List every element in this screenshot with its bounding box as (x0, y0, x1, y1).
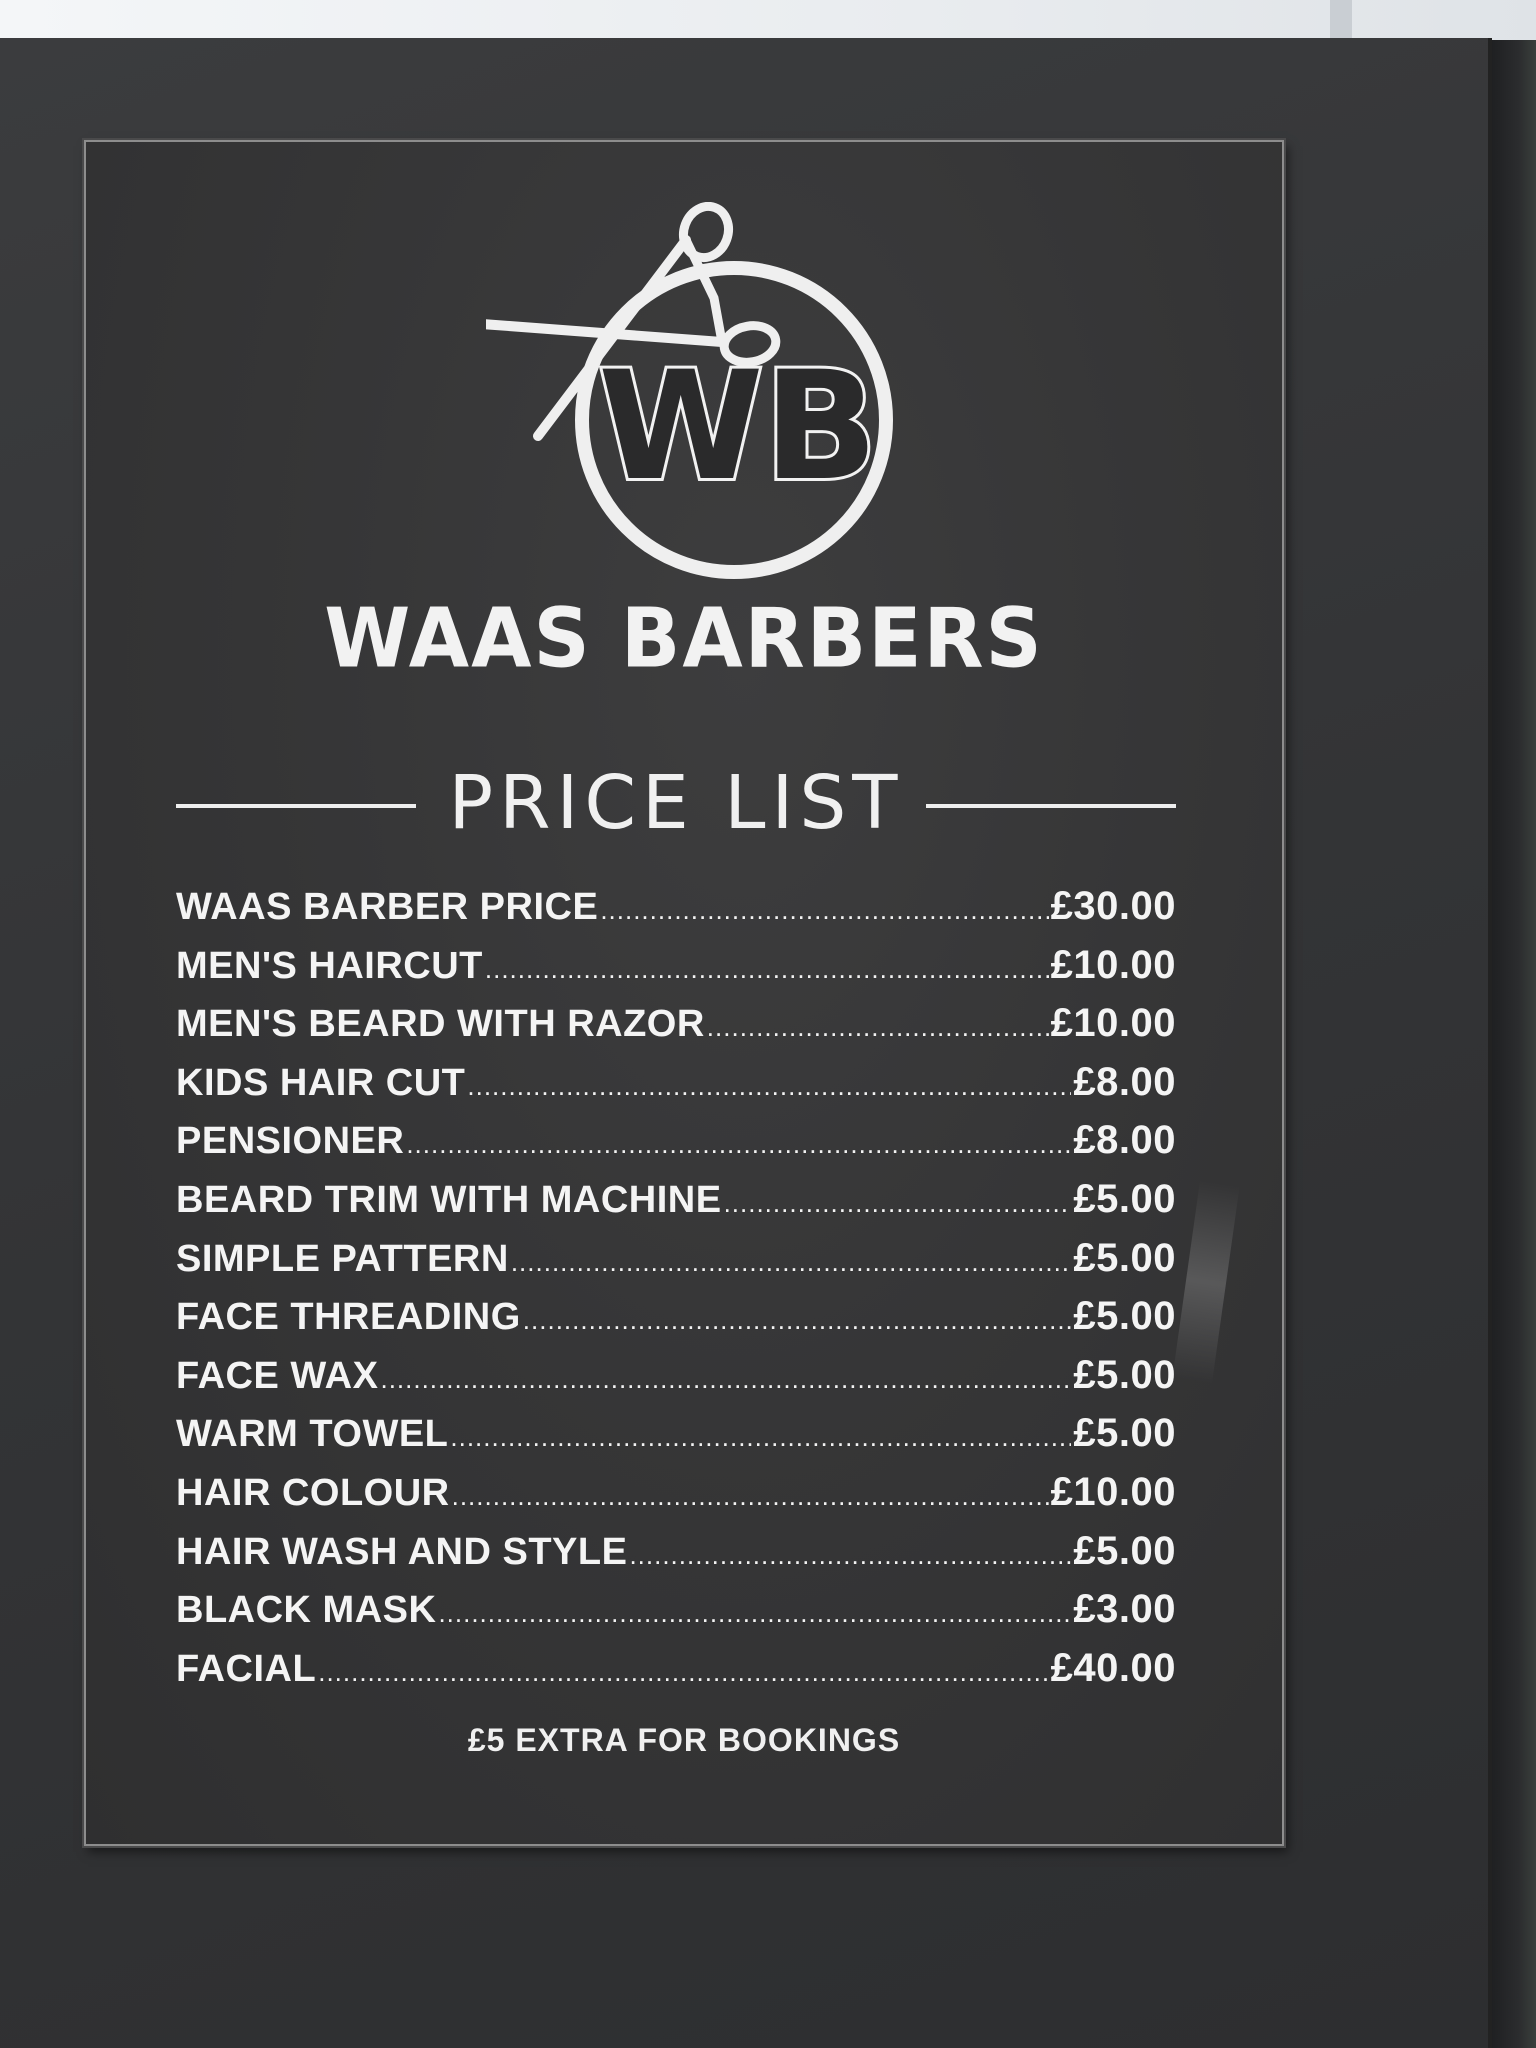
price-item: FACE THREADING £5.00 (176, 1294, 1176, 1353)
leader-dots (629, 1540, 1071, 1571)
service-name: FACE WAX (176, 1354, 379, 1397)
service-price: £30.00 (1050, 884, 1176, 928)
leader-dots (485, 954, 1049, 985)
service-name: HAIR COLOUR (176, 1471, 450, 1514)
price-item: BEARD TRIM WITH MACHINE £5.00 (176, 1177, 1176, 1236)
leader-dots (600, 895, 1048, 926)
price-list-heading: PRICE LIST (176, 760, 1176, 850)
logo-monogram: WB (598, 340, 878, 514)
service-name: WARM TOWEL (176, 1413, 449, 1456)
service-name: KIDS HAIR CUT (176, 1061, 466, 1104)
booking-note: £5 EXTRA FOR BOOKINGS (467, 1722, 901, 1758)
service-name: FACE THREADING (176, 1296, 521, 1339)
light-glare (1172, 1180, 1240, 1384)
price-item: KIDS HAIR CUT £8.00 (176, 1060, 1176, 1119)
barber-logo: WB (486, 202, 893, 579)
price-sign: WB WAAS BARBERS PRICE LIST WAAS BARBER P… (84, 140, 1284, 1846)
photo-scene: WB WAAS BARBERS PRICE LIST WAAS BARBER P… (0, 0, 1536, 2048)
price-item: PENSIONER £8.00 (176, 1118, 1176, 1177)
service-name: BEARD TRIM WITH MACHINE (176, 1178, 722, 1221)
service-price: £5.00 (1073, 1352, 1176, 1397)
leader-dots (707, 1012, 1049, 1043)
leader-dots (450, 1422, 1071, 1453)
price-item: MEN'S BEARD WITH RAZOR £10.00 (176, 1001, 1176, 1060)
leader-dots (318, 1657, 1048, 1688)
leader-dots (406, 1129, 1071, 1160)
leader-dots (452, 1481, 1049, 1512)
service-name: MEN'S HAIRCUT (176, 944, 483, 987)
window-frame (1330, 0, 1352, 40)
leader-dots (380, 1364, 1071, 1395)
price-item: SIMPLE PATTERN £5.00 (176, 1236, 1176, 1295)
service-price: £10.00 (1050, 1469, 1176, 1514)
service-name: HAIR WASH AND STYLE (176, 1530, 628, 1573)
service-name: BLACK MASK (176, 1589, 437, 1632)
service-price: £10.00 (1050, 942, 1176, 987)
service-price: £5.00 (1073, 1176, 1176, 1221)
price-item: BLACK MASK £3.00 (176, 1587, 1176, 1646)
price-item: FACIAL £40.00 (176, 1646, 1176, 1705)
service-price: £5.00 (1073, 1294, 1176, 1339)
service-name: MEN'S BEARD WITH RAZOR (176, 1003, 705, 1046)
price-item: HAIR COLOUR £10.00 (176, 1470, 1176, 1529)
service-price: £40.00 (1050, 1645, 1176, 1690)
price-item: MEN'S HAIRCUT £10.00 (176, 943, 1176, 1002)
leader-dots (467, 1071, 1071, 1102)
service-name: FACIAL (176, 1647, 317, 1690)
heading-rule-left (176, 804, 416, 808)
price-item: WARM TOWEL £5.00 (176, 1411, 1176, 1470)
service-price: £8.00 (1073, 1059, 1176, 1104)
service-name: PENSIONER (176, 1120, 405, 1163)
service-name: WAAS BARBER PRICE (176, 886, 599, 928)
service-price: £5.00 (1073, 1528, 1176, 1573)
leader-dots (724, 1188, 1072, 1219)
price-item: WAAS BARBER PRICE £30.00 (176, 884, 1176, 943)
price-list: WAAS BARBER PRICE £30.00 MEN'S HAIRCUT £… (176, 884, 1176, 1704)
shop-name: WAAS BARBERS (324, 591, 1044, 687)
leader-dots (511, 1247, 1072, 1278)
heading-text: PRICE LIST (448, 760, 904, 846)
leader-dots (438, 1598, 1071, 1629)
service-name: SIMPLE PATTERN (176, 1237, 509, 1280)
service-price: £5.00 (1073, 1411, 1176, 1456)
service-price: £3.00 (1073, 1587, 1176, 1632)
leader-dots (523, 1305, 1072, 1336)
price-item: FACE WAX £5.00 (176, 1353, 1176, 1412)
service-price: £5.00 (1073, 1235, 1176, 1280)
side-panel (1492, 40, 1536, 2048)
service-price: £10.00 (1050, 1001, 1176, 1046)
price-item: HAIR WASH AND STYLE £5.00 (176, 1529, 1176, 1588)
heading-rule-right (926, 804, 1176, 808)
service-price: £8.00 (1073, 1118, 1176, 1163)
